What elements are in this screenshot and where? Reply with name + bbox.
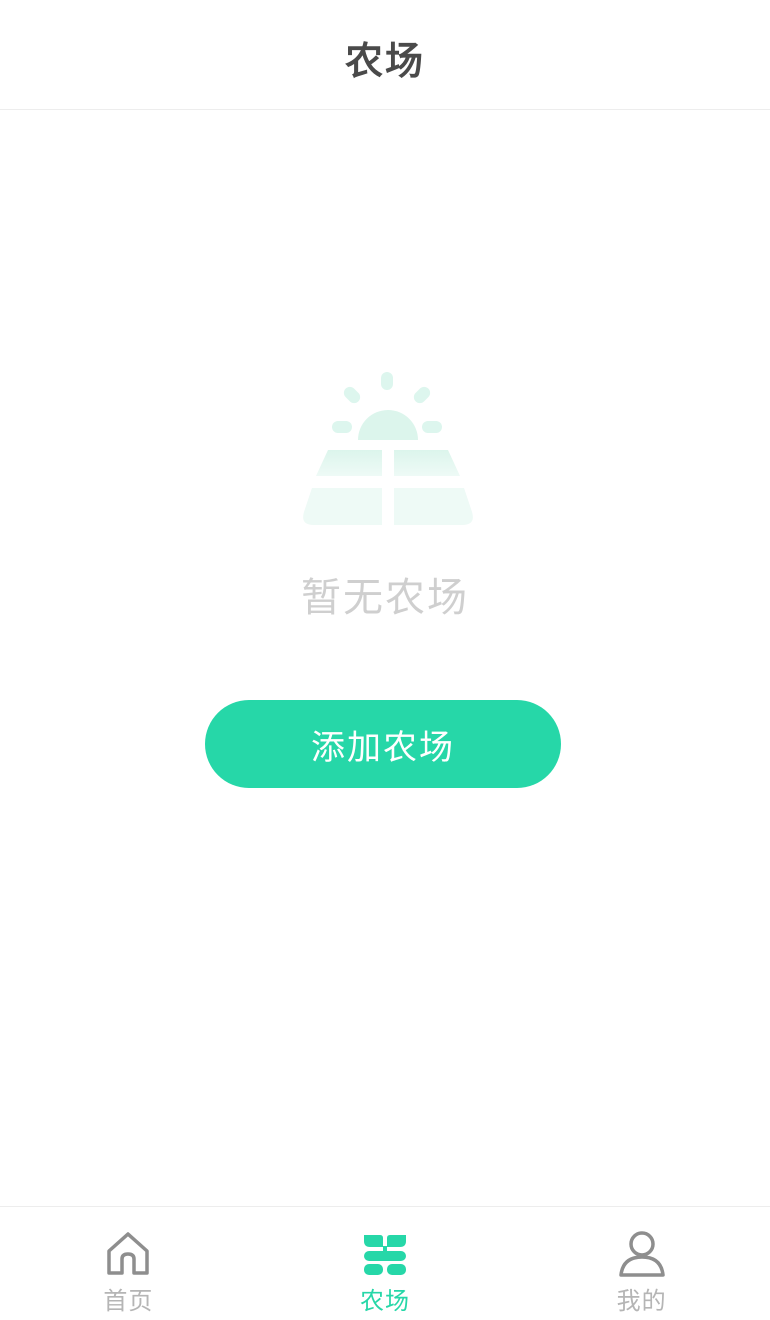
tab-farm[interactable]: 农场 [257,1207,514,1320]
home-icon [107,1232,150,1275]
farm-sunrise-icon [300,370,476,530]
user-icon [618,1231,665,1277]
tab-profile-label: 我的 [616,1287,667,1315]
tab-profile[interactable]: 我的 [513,1207,770,1320]
tab-home[interactable]: 首页 [0,1207,257,1320]
page-title: 农场 [344,39,425,83]
add-farm-button[interactable]: 添加农场 [205,700,561,788]
top-navigation-bar: 农场 [0,0,770,110]
sprout-icon [364,1235,406,1275]
bottom-tab-bar: 首页 农场 我的 [0,1206,770,1320]
tab-home-label: 首页 [103,1287,154,1315]
empty-state-message: 暂无农场 [301,575,469,621]
tab-farm-label: 农场 [360,1287,410,1315]
